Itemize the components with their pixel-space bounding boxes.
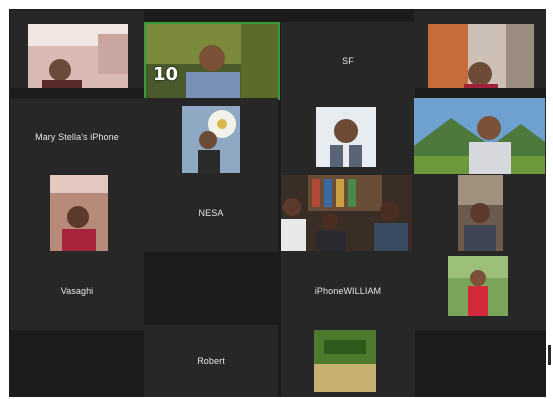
participant-tile[interactable] — [414, 174, 546, 252]
participant-tile[interactable] — [281, 325, 415, 397]
participant-video — [182, 106, 240, 173]
participant-tile[interactable] — [281, 174, 415, 252]
participant-video — [314, 330, 376, 392]
participant-tile-active-speaker[interactable]: 10 — [144, 22, 280, 100]
participant-tile[interactable] — [414, 10, 546, 88]
participant-tile[interactable] — [414, 252, 546, 330]
participant-video — [28, 24, 128, 88]
participant-tile[interactable]: Mary Stella's iPhone — [10, 98, 144, 176]
participant-name: Vasaghi — [60, 286, 94, 296]
participant-tile[interactable] — [10, 10, 144, 88]
participant-tile[interactable]: iPhoneWILLIAM — [281, 252, 415, 330]
participant-tile[interactable]: Robert — [144, 325, 278, 397]
participant-tile[interactable]: SF — [281, 22, 415, 100]
participant-video — [428, 24, 534, 88]
tile-overlay-number: 10 — [153, 64, 179, 85]
participant-name: SF — [342, 56, 354, 66]
participant-video — [414, 98, 545, 174]
participant-name: Robert — [197, 356, 225, 366]
participant-name: iPhoneWILLIAM — [314, 286, 382, 296]
participant-name: Mary Stella's iPhone — [35, 132, 119, 142]
participant-video — [448, 256, 508, 316]
participant-video — [281, 175, 412, 251]
participant-name: NESA — [198, 208, 224, 218]
participant-tile[interactable] — [144, 98, 278, 176]
participant-video — [316, 107, 376, 167]
participant-video — [50, 175, 108, 251]
participant-tile[interactable] — [281, 98, 415, 176]
scrollbar-edge[interactable] — [548, 345, 551, 365]
participant-tile[interactable]: NESA — [144, 174, 278, 252]
video-grid: 10 SF Mary Stella's iPhone NESA Vasaghi … — [9, 9, 546, 397]
participant-video — [458, 175, 503, 251]
participant-tile[interactable]: Vasaghi — [10, 252, 144, 330]
participant-tile[interactable] — [10, 174, 144, 252]
participant-video — [146, 24, 278, 98]
participant-tile[interactable] — [414, 98, 546, 176]
